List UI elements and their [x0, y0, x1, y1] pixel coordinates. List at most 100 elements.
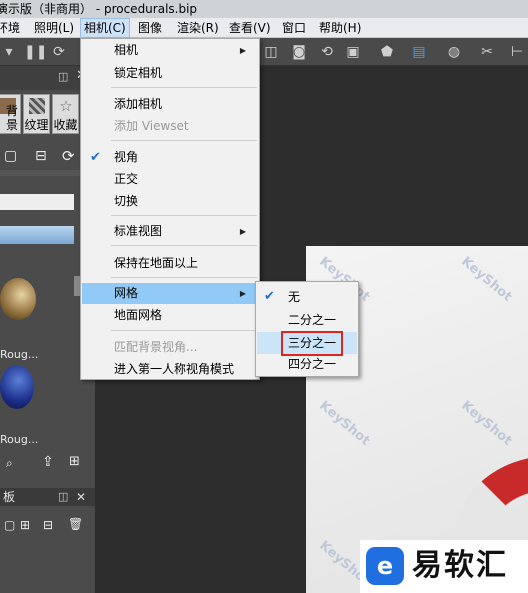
- menu-view[interactable]: 查看(V): [229, 18, 271, 38]
- menu-separator: [111, 330, 257, 331]
- presentation-mode-icon[interactable]: ▤: [410, 43, 428, 61]
- menu-item-label: 添加相机: [114, 97, 163, 111]
- folder-open-icon[interactable]: ⊟: [35, 148, 47, 164]
- menu-item-keep-above-ground[interactable]: 保持在地面以上: [82, 253, 258, 274]
- menu-item-label: 地面网格: [114, 308, 163, 322]
- tab-texture[interactable]: 纹理: [23, 94, 50, 134]
- menu-item-ground-grid[interactable]: 地面网格: [82, 305, 258, 326]
- texture-icon: [29, 98, 45, 114]
- grid-option-half[interactable]: 二分之一: [257, 309, 357, 331]
- scissors-icon[interactable]: ✂: [478, 43, 496, 61]
- bracket-icon[interactable]: ⊢: [508, 43, 526, 61]
- watermark: KeyShot: [316, 398, 373, 449]
- camera-frame-icon[interactable]: ◫: [262, 43, 280, 61]
- zoom-icon[interactable]: ⌕: [6, 456, 13, 471]
- material-thumbnail[interactable]: [0, 365, 34, 409]
- folder-open-icon[interactable]: ⊟: [43, 518, 53, 532]
- menu-separator: [111, 140, 257, 141]
- menu-item-label: 正交: [114, 172, 139, 186]
- folder-icon[interactable]: ▢: [4, 518, 15, 532]
- window-title-bar: 注册演示版（非商用） - procedurals.bip: [0, 0, 528, 18]
- site-logo: e 易软汇: [360, 540, 528, 593]
- grid-option-label: 二分之一: [288, 313, 337, 327]
- menu-item-label: 切换: [114, 194, 139, 208]
- menu-image[interactable]: 图像: [138, 18, 162, 38]
- menu-item-camera[interactable]: 相机 ▶: [82, 40, 258, 61]
- menu-item-label: 锁定相机: [114, 66, 163, 80]
- menu-lighting[interactable]: 照明(L): [34, 18, 74, 38]
- thumbnail-label: Roug...: [0, 433, 39, 446]
- menu-item-add-viewset: 添加 Viewset: [82, 116, 258, 137]
- lock-camera-icon[interactable]: ▣: [344, 43, 362, 61]
- search-field[interactable]: [0, 194, 74, 210]
- menu-item-grid[interactable]: 网格 ▶: [82, 283, 258, 304]
- tab-favorites[interactable]: ☆ 收藏: [52, 94, 79, 134]
- material-icon[interactable]: ◍: [445, 43, 463, 61]
- menu-item-label: 网格: [114, 286, 139, 300]
- grid-option-label: 四分之一: [288, 357, 337, 371]
- menu-window[interactable]: 窗口: [282, 18, 306, 38]
- menu-environment[interactable]: 环境: [0, 18, 20, 38]
- annotation-highlight-box: [281, 331, 343, 356]
- logo-text: 易软汇: [412, 548, 508, 583]
- submenu-arrow-icon: ▶: [239, 289, 246, 298]
- menu-separator: [111, 245, 257, 246]
- reset-camera-icon[interactable]: ⟲: [318, 43, 336, 61]
- menu-item-add-camera[interactable]: 添加相机: [82, 94, 258, 115]
- close-icon[interactable]: ✕: [76, 488, 86, 506]
- shield-icon[interactable]: ⬟: [378, 43, 396, 61]
- camera-icon[interactable]: ◙: [290, 43, 308, 61]
- grid-option-quarter[interactable]: 四分之一: [257, 353, 357, 375]
- tab-favorites-label: 收藏: [53, 118, 78, 132]
- checkmark-icon: ✔: [90, 150, 101, 165]
- refresh-icon[interactable]: ⟳: [50, 43, 68, 61]
- menu-item-switch[interactable]: 切换: [82, 191, 258, 212]
- bottom-panel-header: 板 ◫ ✕: [0, 488, 95, 506]
- grid-option-none[interactable]: ✔ 无: [257, 286, 357, 308]
- menu-item-first-person[interactable]: 进入第一人称视角模式: [82, 359, 258, 380]
- folder-add-icon[interactable]: ⊞: [20, 518, 30, 532]
- grid-option-label: 无: [288, 290, 301, 304]
- submenu-arrow-icon: ▶: [239, 227, 246, 236]
- undock-icon[interactable]: ◫: [58, 488, 68, 506]
- tab-background[interactable]: 背景: [0, 94, 21, 134]
- menu-item-lock-camera[interactable]: 锁定相机: [82, 63, 258, 84]
- menu-item-label: 保持在地面以上: [114, 256, 199, 270]
- menu-help[interactable]: 帮助(H): [319, 18, 361, 38]
- thumbnail-label: Roug...: [0, 348, 39, 361]
- favorite-star-icon: ☆: [59, 97, 73, 115]
- selected-folder[interactable]: [0, 226, 74, 244]
- menu-item-label: 匹配背景视角...: [114, 340, 198, 354]
- menu-item-perspective[interactable]: ✔ 视角: [82, 147, 258, 168]
- folder-import-icon[interactable]: ⊞: [69, 454, 80, 469]
- menu-item-match-background: 匹配背景视角...: [82, 337, 258, 358]
- menu-separator: [111, 87, 257, 88]
- menu-separator: [111, 215, 257, 216]
- material-thumbnail[interactable]: [0, 278, 36, 320]
- menu-item-label: 添加 Viewset: [114, 119, 189, 133]
- dropdown-icon[interactable]: ▾: [0, 43, 18, 61]
- menu-separator: [111, 277, 257, 278]
- logo-e-icon: e: [366, 547, 404, 585]
- menu-item-label: 进入第一人称视角模式: [114, 362, 235, 376]
- checkmark-icon: ✔: [264, 289, 275, 304]
- menu-camera[interactable]: 相机(C): [80, 18, 130, 38]
- tab-background-label: 背景: [5, 104, 18, 132]
- submenu-arrow-icon: ▶: [239, 46, 246, 55]
- watermark: KeyShot: [458, 254, 515, 305]
- menu-render[interactable]: 渲染(R): [177, 18, 219, 38]
- upload-icon[interactable]: ⇪: [42, 454, 54, 470]
- refresh-library-icon[interactable]: ⟳: [62, 147, 75, 165]
- trash-icon[interactable]: 🗑: [68, 517, 83, 531]
- undock-icon[interactable]: ◫: [58, 70, 68, 83]
- tab-texture-label: 纹理: [24, 118, 49, 132]
- grid-submenu: ✔ 无 二分之一 三分之一 四分之一: [255, 281, 359, 377]
- menu-bar: 环境 照明(L) 相机(C) 图像 渲染(R) 查看(V) 窗口 帮助(H): [0, 18, 528, 38]
- folder-icon[interactable]: ▢: [4, 148, 17, 164]
- camera-menu: 相机 ▶ 锁定相机 添加相机 添加 Viewset ✔ 视角 正交 切换 标准视图 ▶…: [80, 38, 260, 380]
- pause-icon[interactable]: ❚❚: [24, 43, 47, 61]
- bottom-panel-title: 板: [3, 490, 16, 504]
- watermark: KeyShot: [458, 398, 515, 449]
- menu-item-orthographic[interactable]: 正交: [82, 169, 258, 190]
- menu-item-standard-views[interactable]: 标准视图 ▶: [82, 221, 258, 242]
